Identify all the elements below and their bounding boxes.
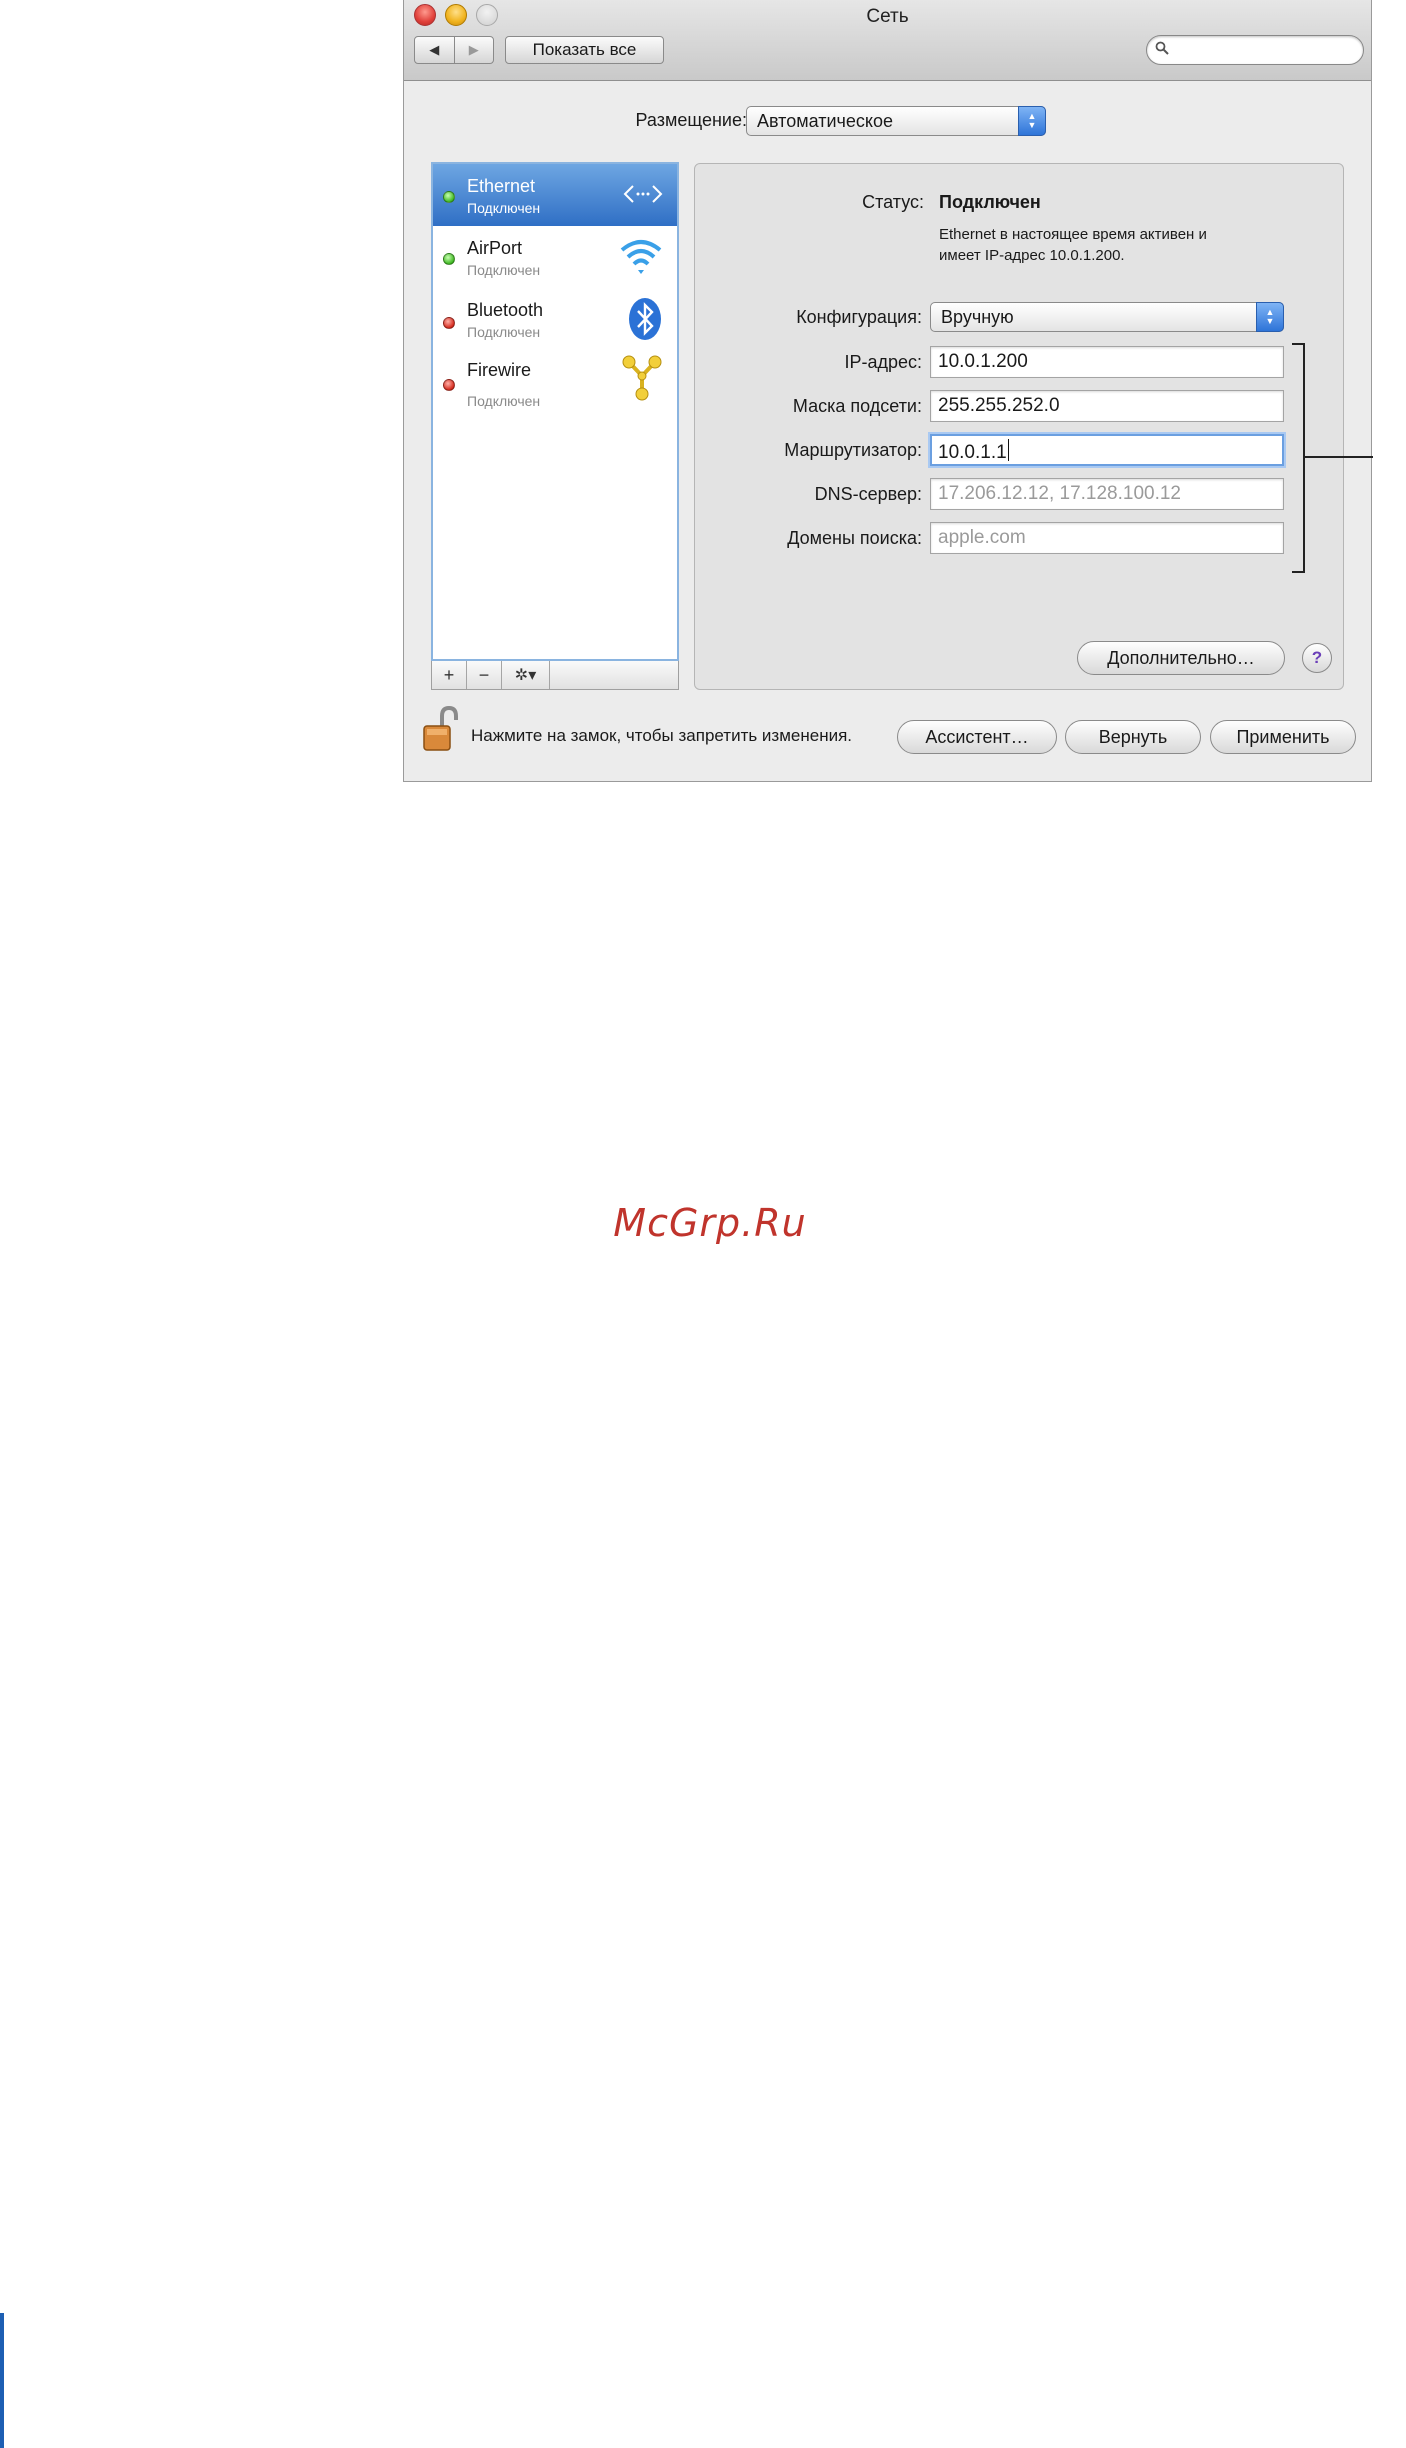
apply-button[interactable]: Применить	[1210, 720, 1356, 754]
network-preferences-window: Сеть ◀ ▶ Показать все Размещение: Автома…	[403, 0, 1373, 782]
service-item-bluetooth[interactable]: Bluetooth Подключен	[433, 288, 677, 350]
text-cursor	[1007, 439, 1009, 461]
service-item-airport[interactable]: AirPort Подключен	[433, 226, 677, 288]
ip-address-label: IP-адрес:	[844, 352, 922, 372]
back-arrow-icon: ◀	[429, 42, 440, 57]
location-value: Автоматическое	[757, 110, 894, 131]
firewire-icon	[621, 354, 663, 407]
back-button[interactable]: ◀	[415, 37, 454, 63]
router-field[interactable]: 10.0.1.1	[930, 434, 1284, 466]
status-description-line: Ethernet в настоящее время активен и	[939, 226, 1207, 243]
assistant-button[interactable]: Ассистент…	[897, 720, 1057, 754]
service-item-ethernet[interactable]: Ethernet Подключен	[433, 164, 677, 226]
remove-service-button[interactable]: −	[467, 661, 502, 689]
ethernet-arrows-icon	[623, 182, 663, 211]
service-status: Подключен	[467, 262, 541, 278]
gear-action-menu-button[interactable]: ✲▾	[502, 661, 550, 689]
callout-leader-line	[1305, 456, 1373, 458]
window-title: Сеть	[866, 6, 909, 27]
search-domains-placeholder: apple.com	[938, 527, 1026, 548]
ip-address-field[interactable]: 10.0.1.200	[930, 346, 1284, 378]
title-bar[interactable]: Сеть ◀ ▶ Показать все	[404, 0, 1371, 81]
location-label: Размещение:	[635, 110, 747, 130]
subnet-mask-field[interactable]: 255.255.252.0	[930, 390, 1284, 422]
service-name: Firewire	[467, 360, 532, 380]
status-indicator-red	[443, 317, 455, 329]
dns-server-placeholder: 17.206.12.12, 17.128.100.12	[938, 483, 1182, 504]
unlocked-padlock-icon[interactable]	[422, 705, 458, 752]
status-indicator-red	[443, 379, 455, 391]
subnet-mask-label: Маска подсети:	[792, 396, 922, 416]
router-value: 10.0.1.1	[938, 442, 1007, 463]
configuration-popup[interactable]: Вручную ▲ ▼	[930, 302, 1284, 332]
service-name: Bluetooth	[467, 300, 544, 320]
forward-button[interactable]: ▶	[453, 37, 494, 63]
status-description-line: имеет IP-адрес 10.0.1.200.	[939, 247, 1125, 264]
service-name: AirPort	[467, 238, 523, 258]
help-button[interactable]: ?	[1302, 643, 1332, 673]
status-indicator-green	[443, 253, 455, 265]
search-domains-label: Домены поиска:	[787, 528, 922, 548]
wifi-icon	[619, 238, 663, 281]
popup-stepper-icon: ▲ ▼	[1256, 302, 1284, 332]
search-domains-field[interactable]: apple.com	[930, 522, 1284, 554]
revert-button[interactable]: Вернуть	[1065, 720, 1201, 754]
page-edge-bar	[0, 2313, 4, 2448]
subnet-mask-value: 255.255.252.0	[938, 395, 1060, 416]
search-icon	[1155, 41, 1169, 59]
configuration-value: Вручную	[941, 306, 1014, 327]
service-status: Подключен	[467, 324, 541, 340]
service-name: Ethernet	[467, 176, 536, 196]
add-service-button[interactable]: +	[432, 661, 467, 689]
dns-server-field[interactable]: 17.206.12.12, 17.128.100.12	[930, 478, 1284, 510]
status-description: Ethernet в настоящее время активен и име…	[939, 224, 1249, 266]
popup-stepper-icon: ▲ ▼	[1018, 106, 1046, 136]
service-list-toolbar: + − ✲▾	[431, 661, 679, 690]
dns-server-label: DNS-сервер:	[814, 484, 922, 504]
show-all-button[interactable]: Показать все	[505, 36, 664, 64]
watermark-text: McGrp.Ru	[613, 1201, 807, 1245]
router-label: Маршрутизатор:	[784, 440, 922, 460]
status-value: Подключен	[939, 192, 1041, 212]
service-status: Подключен	[467, 200, 541, 216]
callout-bracket	[1292, 343, 1305, 573]
navigation-buttons: ◀ ▶	[414, 36, 494, 64]
bluetooth-icon	[627, 296, 663, 347]
configuration-label: Конфигурация:	[796, 307, 922, 327]
advanced-button[interactable]: Дополнительно…	[1077, 641, 1285, 675]
service-status: Подключен	[467, 393, 541, 409]
forward-arrow-icon: ▶	[468, 42, 479, 57]
ip-address-value: 10.0.1.200	[938, 351, 1028, 372]
lock-hint-text: Нажмите на замок, чтобы запретить измене…	[471, 726, 853, 745]
location-popup[interactable]: Автоматическое ▲ ▼	[746, 106, 1046, 136]
service-item-firewire[interactable]: Firewire Подключен	[433, 350, 677, 412]
status-label: Статус:	[862, 192, 924, 212]
status-indicator-green	[443, 191, 455, 203]
search-field[interactable]	[1146, 35, 1364, 65]
service-list: Ethernet Подключен AirPort Подключен Blu…	[431, 162, 679, 661]
